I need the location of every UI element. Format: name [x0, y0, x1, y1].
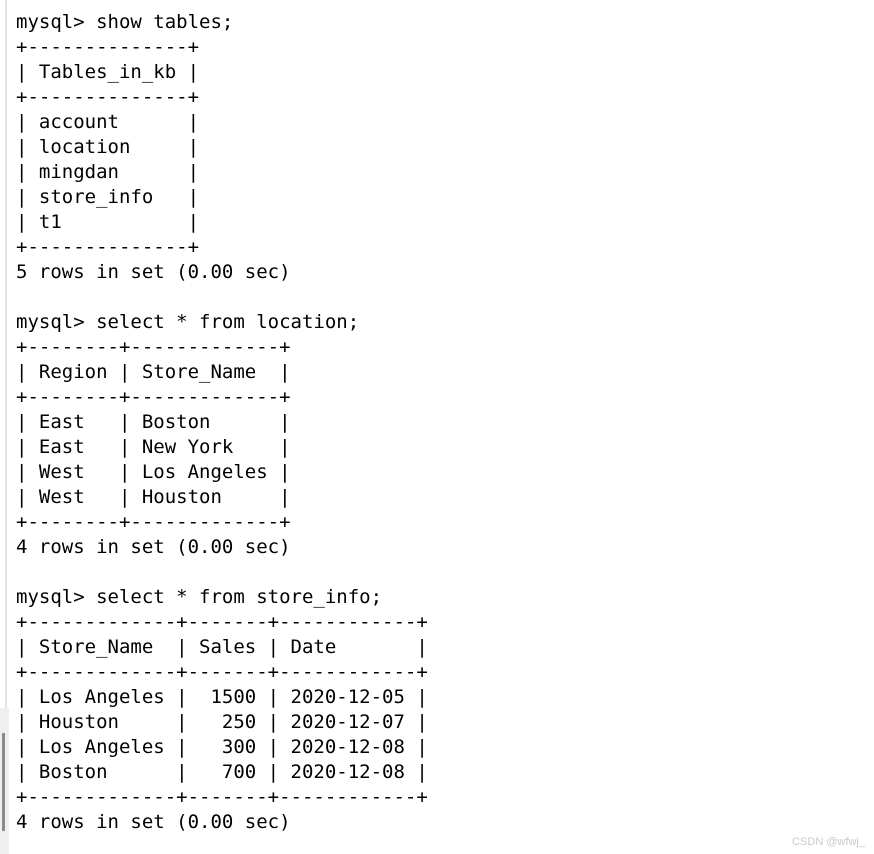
table-row: | East | New York |: [16, 436, 291, 458]
table-row: | Los Angeles | 1500 | 2020-12-05 |: [16, 686, 428, 708]
table-border-bottom: +--------+-------------+: [16, 511, 291, 533]
command-line[interactable]: mysql> select * from store_info;: [16, 585, 856, 610]
table-row: | Los Angeles | 300 | 2020-12-08 |: [16, 736, 428, 758]
table-border-top: +-------------+-------+------------+: [16, 611, 428, 633]
table-border-bottom: +-------------+-------+------------+: [16, 786, 428, 808]
table-border-top: +--------+-------------+: [16, 336, 291, 358]
terminal-output: mysql> show tables; +--------------+ | T…: [16, 10, 856, 835]
table-row: | East | Boston |: [16, 411, 291, 433]
terminal-block-show-tables: mysql> show tables; +--------------+ | T…: [16, 10, 856, 285]
table-row: | Boston | 700 | 2020-12-08 |: [16, 761, 428, 783]
terminal-block-select-store-info: mysql> select * from store_info; +------…: [16, 585, 856, 835]
table-header-row: | Tables_in_kb |: [16, 61, 200, 83]
table-row: | West | Houston |: [16, 486, 291, 508]
result-status-line: 5 rows in set (0.00 sec): [16, 261, 291, 283]
table-border-mid: +--------------+: [16, 86, 200, 108]
terminal-block-select-location: mysql> select * from location; +--------…: [16, 310, 856, 560]
vertical-scrollbar-thumb[interactable]: [2, 733, 5, 831]
table-border-mid: +--------+-------------+: [16, 386, 291, 408]
csdn-watermark: CSDN @wfwj_: [792, 836, 865, 848]
table-row: | location |: [16, 136, 200, 158]
table-border-mid: +-------------+-------+------------+: [16, 661, 428, 683]
command-line[interactable]: mysql> select * from location;: [16, 310, 856, 335]
table-row: | store_info |: [16, 186, 200, 208]
table-header-row: | Store_Name | Sales | Date |: [16, 636, 428, 658]
table-border-bottom: +--------------+: [16, 236, 200, 258]
table-row: | t1 |: [16, 211, 200, 233]
table-row: | West | Los Angeles |: [16, 461, 291, 483]
table-row: | Houston | 250 | 2020-12-07 |: [16, 711, 428, 733]
result-status-line: 4 rows in set (0.00 sec): [16, 811, 291, 833]
command-line[interactable]: mysql> show tables;: [16, 10, 856, 35]
table-header-row: | Region | Store_Name |: [16, 361, 291, 383]
table-row: | account |: [16, 111, 200, 133]
table-border-top: +--------------+: [16, 36, 200, 58]
table-row: | mingdan |: [16, 161, 200, 183]
result-status-line: 4 rows in set (0.00 sec): [16, 536, 291, 558]
